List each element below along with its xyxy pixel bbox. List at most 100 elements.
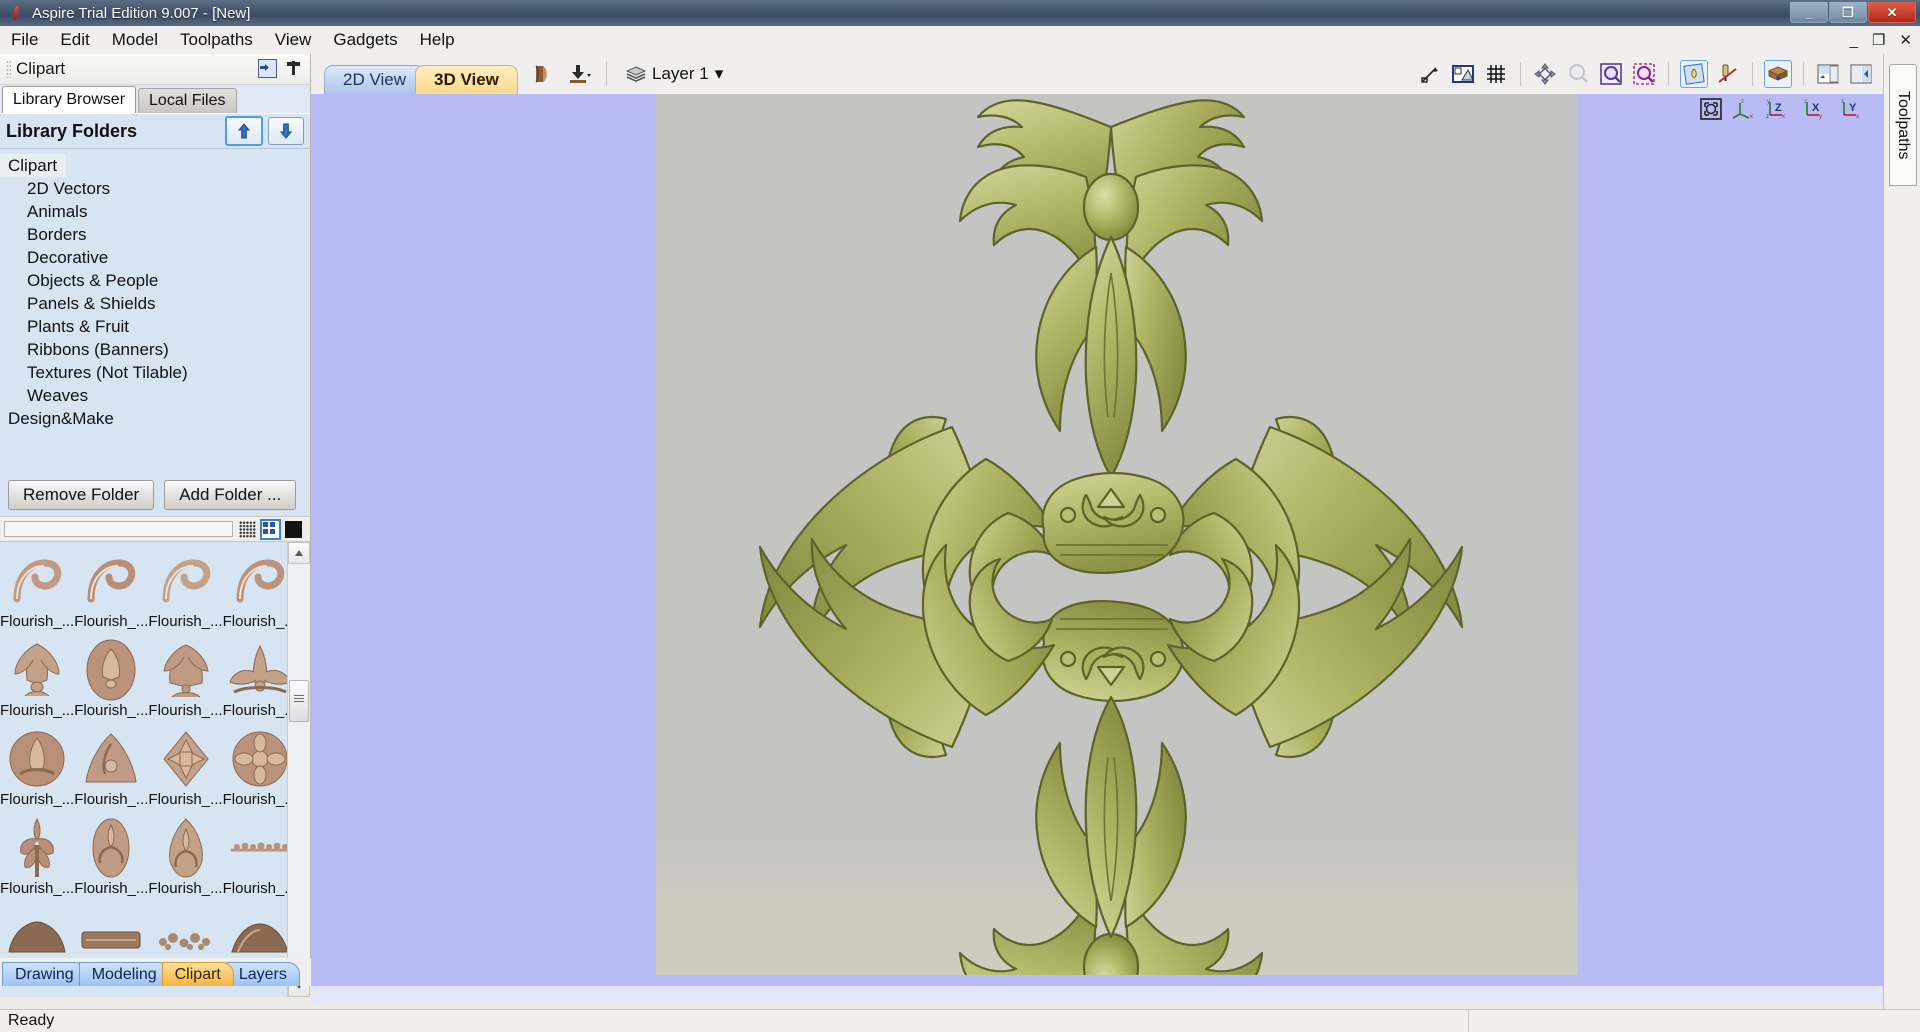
clipart-thumbnail[interactable]: Flourish_... — [223, 631, 297, 720]
toolpath-preview-icon[interactable] — [1715, 61, 1741, 87]
autohide-icon[interactable] — [258, 59, 277, 78]
restore-button[interactable]: ❐ — [1829, 2, 1867, 23]
mdi-minimize-button[interactable]: _ — [1850, 32, 1858, 49]
window-title: Aspire Trial Edition 9.007 - [New] — [32, 4, 251, 22]
menu-item-view[interactable]: View — [264, 27, 323, 53]
menu-item-help[interactable]: Help — [409, 27, 466, 53]
tree-node-objects-people[interactable]: Objects & People — [0, 269, 310, 292]
tree-node-borders[interactable]: Borders — [0, 223, 310, 246]
mdi-window-controls: _ ❐ ✕ — [1850, 26, 1912, 54]
tree-node-animals[interactable]: Animals — [0, 200, 310, 223]
two-view-layout-icon[interactable] — [1815, 61, 1841, 87]
xyz-axes-icon[interactable]: zx — [1731, 98, 1757, 125]
iso-view-icon[interactable] — [1700, 98, 1722, 125]
viewport-tabs: 2D View 3D View — [311, 54, 518, 94]
zoom-region-icon[interactable] — [1631, 61, 1657, 87]
clipart-label: Flourish_... — [0, 613, 75, 630]
clipart-thumbnail[interactable]: Flourish_... — [223, 809, 297, 898]
toggle-2d-3d-icon[interactable] — [530, 61, 556, 87]
panel-grip[interactable] — [6, 60, 11, 78]
acanthus-flourish-3d-model[interactable] — [656, 94, 1578, 986]
clipart-thumbnail[interactable]: Flourish_... — [0, 809, 74, 898]
import-component-icon[interactable] — [566, 61, 592, 87]
clipart-thumbnail[interactable]: Flourish_... — [148, 720, 223, 809]
menu-item-edit[interactable]: Edit — [49, 27, 100, 53]
menu-item-toolpaths[interactable]: Toolpaths — [169, 27, 264, 53]
zoom-selected-icon[interactable] — [1598, 61, 1624, 87]
view-z-icon[interactable]: y xZz — [1766, 98, 1794, 125]
minimize-button[interactable]: _ — [1790, 2, 1828, 23]
clipart-scrollbar[interactable] — [287, 542, 310, 997]
tree-node-ribbons-banners[interactable]: Ribbons (Banners) — [0, 338, 310, 361]
tree-node-panels-shields[interactable]: Panels & Shields — [0, 292, 310, 315]
zoom-extents-icon[interactable] — [1450, 61, 1476, 87]
scroll-up-button[interactable] — [288, 542, 310, 564]
list-view-icon[interactable] — [239, 520, 256, 538]
grid-view-icon[interactable] — [260, 518, 281, 540]
menu-item-model[interactable]: Model — [101, 27, 169, 53]
clipart-thumbnail[interactable]: Flourish_... — [148, 631, 223, 720]
toggle-grid-icon[interactable] — [1483, 61, 1509, 87]
tree-node-clipart[interactable]: Clipart — [0, 154, 67, 177]
clipart-preview-fan-leaf-icon — [223, 638, 297, 702]
shading-toggle-icon[interactable] — [1680, 60, 1708, 88]
clipart-thumbnail[interactable]: Flourish_... — [0, 720, 74, 809]
view-y-icon[interactable]: z xY — [1840, 98, 1868, 125]
viewport-tab-3d-view[interactable]: 3D View — [415, 65, 518, 94]
split-view-layout-icon[interactable] — [1848, 61, 1874, 87]
toolpaths-tab-label: Toolpaths — [1895, 90, 1912, 160]
remove-folder-button[interactable]: Remove Folder — [8, 480, 155, 510]
view-x-icon[interactable]: z yX — [1803, 98, 1831, 125]
move-folder-down-button[interactable] — [268, 117, 304, 145]
background-color-icon[interactable] — [285, 520, 302, 538]
clipart-label: Flourish_... — [222, 791, 297, 808]
tree-node-plants-fruit[interactable]: Plants & Fruit — [0, 315, 310, 338]
toolpaths-tab[interactable]: Toolpaths — [1889, 64, 1917, 186]
clipart-thumbnail[interactable]: Flourish_... — [74, 631, 148, 720]
bottom-tab-layers[interactable]: Layers — [225, 962, 300, 986]
toolbar-separator — [1803, 62, 1804, 86]
clipart-thumbnail[interactable]: Flourish_... — [74, 720, 148, 809]
bottom-tab-clipart[interactable]: Clipart — [161, 962, 234, 986]
zoom-to-selection-icon[interactable] — [1417, 61, 1443, 87]
clipart-panel: Clipart Library Browser Local Files Libra… — [0, 54, 312, 997]
mdi-close-button[interactable]: ✕ — [1899, 31, 1912, 49]
panel-tab-local-files[interactable]: Local Files — [138, 88, 237, 113]
add-folder-button[interactable]: Add Folder ... — [164, 480, 297, 510]
tree-node-textures-not-tilable[interactable]: Textures (Not Tilable) — [0, 361, 310, 384]
tree-node-2d-vectors[interactable]: 2D Vectors — [0, 177, 310, 200]
mdi-restore-button[interactable]: ❐ — [1872, 31, 1885, 49]
clipart-preview-shell-icon — [148, 638, 222, 702]
clipart-thumbnail[interactable]: Flourish_... — [0, 542, 74, 631]
viewport-horizontal-scrollbar[interactable] — [311, 986, 1884, 1004]
pan-view-icon[interactable] — [1532, 61, 1558, 87]
clipart-label: Flourish_... — [74, 880, 149, 897]
bottom-tab-modeling[interactable]: Modeling — [78, 962, 170, 986]
viewport-tab-2d-view[interactable]: 2D View — [324, 65, 425, 94]
clipart-thumbnail[interactable]: Flourish_... — [74, 809, 148, 898]
clipart-thumbnail[interactable]: Flourish_... — [0, 631, 74, 720]
clipart-preview-scroll-icon — [223, 549, 297, 613]
move-folder-up-button[interactable] — [225, 116, 263, 146]
search-input[interactable] — [4, 521, 233, 537]
clipart-thumbnail[interactable]: Flourish_... — [148, 809, 223, 898]
clipart-thumbnail[interactable]: Flourish_... — [223, 720, 297, 809]
menu-item-gadgets[interactable]: Gadgets — [322, 27, 408, 53]
clipart-thumbnail[interactable]: Flourish_... — [223, 542, 297, 631]
layer-selector[interactable]: Layer 1 ▾ — [621, 62, 728, 86]
bottom-tab-drawing[interactable]: Drawing — [2, 962, 87, 986]
menu-item-file[interactable]: File — [0, 27, 49, 53]
panel-caption: Clipart — [0, 54, 310, 85]
clipart-thumbnail[interactable]: Flourish_... — [148, 542, 223, 631]
close-button[interactable]: ✕ — [1868, 2, 1916, 23]
pin-icon[interactable] — [285, 60, 302, 77]
3d-viewport[interactable]: zxyxZzzyX zxY — [311, 94, 1884, 986]
scrollbar-thumb[interactable] — [289, 680, 309, 722]
panel-tab-library-browser[interactable]: Library Browser — [2, 86, 137, 113]
tree-node-weaves[interactable]: Weaves — [0, 384, 310, 407]
zoom-out-icon[interactable] — [1565, 61, 1591, 87]
material-block-icon[interactable] — [1764, 60, 1792, 88]
clipart-thumbnail[interactable]: Flourish_... — [74, 542, 148, 631]
tree-node-design-make[interactable]: Design&Make — [0, 407, 310, 430]
tree-node-decorative[interactable]: Decorative — [0, 246, 310, 269]
